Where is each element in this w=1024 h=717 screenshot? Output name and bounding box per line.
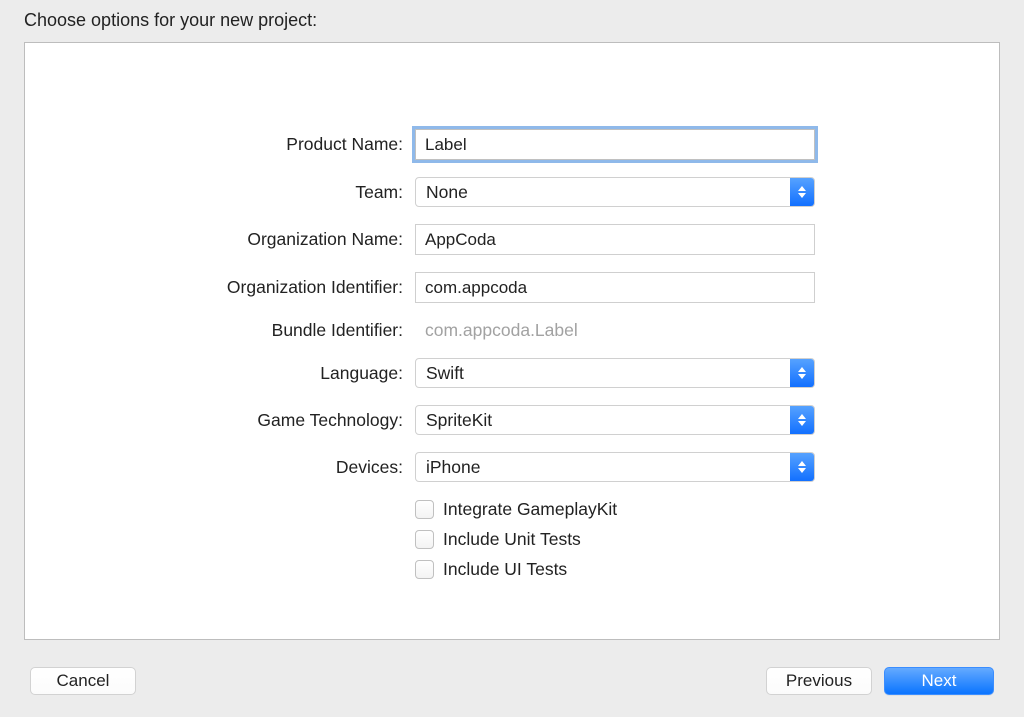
include-ui-tests-checkbox[interactable] xyxy=(415,560,434,579)
include-unit-tests-label: Include Unit Tests xyxy=(443,529,581,550)
team-label: Team: xyxy=(25,182,415,203)
include-ui-tests-label: Include UI Tests xyxy=(443,559,567,580)
bundle-id-label: Bundle Identifier: xyxy=(25,320,415,341)
options-panel: Product Name: Team: None Organization Na… xyxy=(24,42,1000,640)
product-name-label: Product Name: xyxy=(25,134,415,155)
bundle-id-value: com.appcoda.Label xyxy=(415,320,578,340)
options-form: Product Name: Team: None Organization Na… xyxy=(25,129,999,589)
up-down-arrows-icon xyxy=(790,359,814,387)
cancel-button[interactable]: Cancel xyxy=(30,667,136,695)
org-id-label: Organization Identifier: xyxy=(25,277,415,298)
next-button[interactable]: Next xyxy=(884,667,994,695)
game-tech-select[interactable]: SpriteKit xyxy=(415,405,815,435)
integrate-gameplaykit-checkbox[interactable] xyxy=(415,500,434,519)
language-select-value: Swift xyxy=(416,363,464,384)
team-select[interactable]: None xyxy=(415,177,815,207)
up-down-arrows-icon xyxy=(790,178,814,206)
language-label: Language: xyxy=(25,363,415,384)
org-name-label: Organization Name: xyxy=(25,229,415,250)
product-name-field[interactable] xyxy=(415,129,815,160)
game-tech-label: Game Technology: xyxy=(25,410,415,431)
org-name-field[interactable] xyxy=(415,224,815,255)
bottom-bar: Cancel Previous Next xyxy=(0,653,1024,717)
page-heading: Choose options for your new project: xyxy=(24,10,317,31)
team-select-value: None xyxy=(416,182,468,203)
include-unit-tests-checkbox[interactable] xyxy=(415,530,434,549)
org-id-field[interactable] xyxy=(415,272,815,303)
integrate-gameplaykit-label: Integrate GameplayKit xyxy=(443,499,617,520)
game-tech-select-value: SpriteKit xyxy=(416,410,492,431)
up-down-arrows-icon xyxy=(790,453,814,481)
devices-label: Devices: xyxy=(25,457,415,478)
language-select[interactable]: Swift xyxy=(415,358,815,388)
devices-select[interactable]: iPhone xyxy=(415,452,815,482)
up-down-arrows-icon xyxy=(790,406,814,434)
devices-select-value: iPhone xyxy=(416,457,481,478)
previous-button[interactable]: Previous xyxy=(766,667,872,695)
